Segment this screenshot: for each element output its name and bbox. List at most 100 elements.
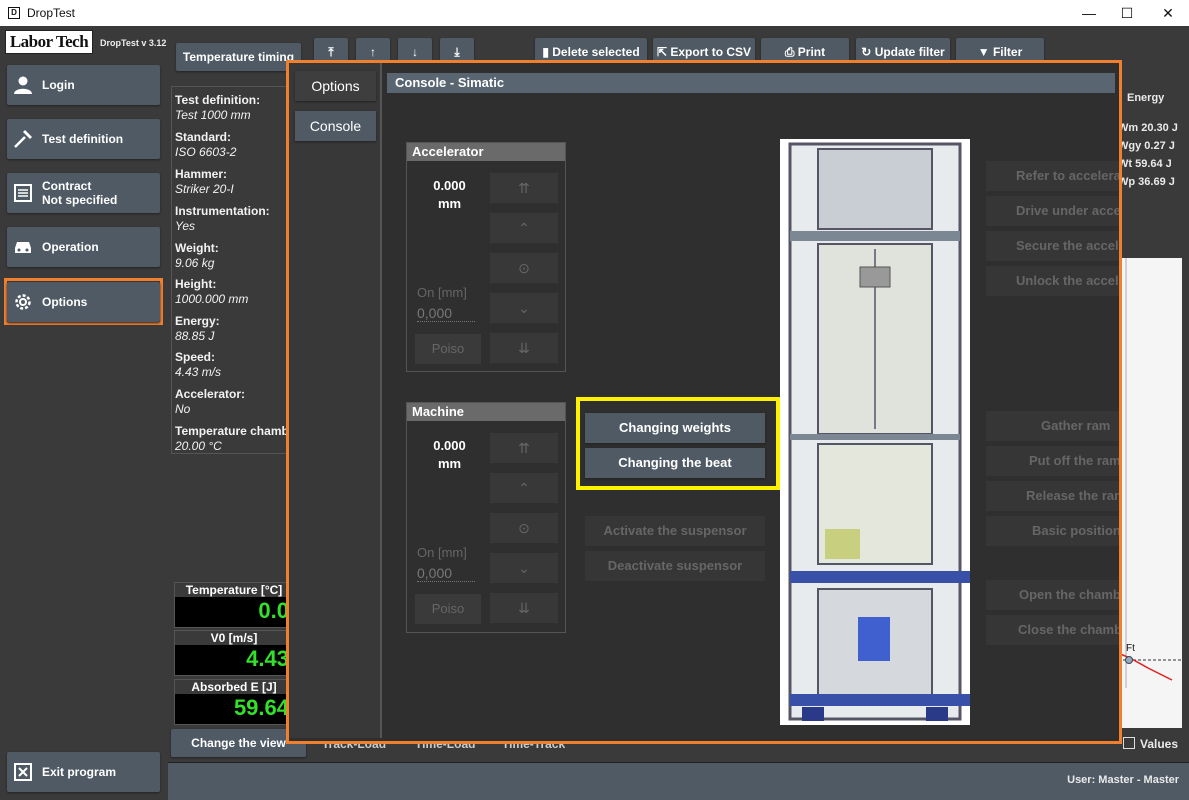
activate-suspensor-button[interactable]: Activate the suspensor (585, 516, 765, 546)
status-bar: User: Master - Master (168, 762, 1189, 800)
window-title: DropTest (27, 6, 76, 20)
filter-icon: ▼ (977, 45, 993, 59)
chart-lines (1118, 258, 1182, 688)
drive-under-accelerator-button[interactable]: Drive under accelerator (986, 196, 1119, 226)
accel-up-button[interactable]: ⌃ (490, 213, 558, 243)
gather-ram-button[interactable]: Gather ram (986, 411, 1119, 441)
absorbed-energy-label: Absorbed E [J] (175, 680, 293, 694)
printer-icon: ⎙ (784, 45, 798, 59)
temperature-meter-value: 0.0 (258, 598, 289, 623)
operation-label: Operation (42, 240, 99, 254)
machine-poiso-button[interactable]: Poiso (415, 594, 481, 624)
user-status: User: Master - Master (1067, 774, 1179, 786)
refresh-icon: ↻ (861, 45, 875, 59)
accel-poiso-button[interactable]: Poiso (415, 334, 481, 364)
close-chamber-button[interactable]: Close the chamber (986, 615, 1119, 645)
accelerator-key: Accelerator: (175, 387, 246, 401)
weight-key: Weight: (175, 241, 219, 255)
trash-icon: ▮ (542, 45, 553, 59)
speed-key: Speed: (175, 350, 216, 364)
instrumentation-value: Yes (175, 219, 196, 233)
user-icon (14, 76, 32, 94)
nav-options[interactable]: Options (295, 71, 376, 101)
app-icon: D (8, 7, 20, 19)
changing-weights-button[interactable]: Changing weights (585, 413, 765, 443)
temp-chamber-key: Temperature chamber (175, 424, 301, 438)
height-value: 1000.000 mm (175, 292, 249, 306)
wgy-value: Wgy 0.27 J (1118, 140, 1175, 152)
accel-on-input[interactable]: 0,000 (417, 305, 475, 322)
login-label: Login (42, 78, 75, 92)
exit-program-button[interactable]: Exit program (7, 752, 160, 792)
values-label: Values (1140, 737, 1179, 751)
put-off-ram-button[interactable]: Put off the ram (986, 446, 1119, 476)
open-chamber-button[interactable]: Open the chamber (986, 580, 1119, 610)
console-title: Console - Simatic (387, 73, 1115, 93)
machine-header: Machine (407, 403, 565, 421)
machine-bottom-button[interactable]: ⇊ (490, 593, 558, 623)
instrumentation-key: Instrumentation: (175, 204, 270, 218)
changing-beat-button[interactable]: Changing the beat (585, 448, 765, 478)
test-definition-value: Test 1000 mm (175, 108, 251, 122)
wt-value: Wt 59.64 J (1118, 158, 1172, 170)
machine-down-button[interactable]: ⌄ (490, 553, 558, 583)
options-nav: Options Console (289, 63, 382, 738)
test-definition-key: Test definition: (175, 93, 261, 107)
test-info-panel: Test definition: Test 1000 mm Standard: … (171, 86, 300, 454)
deactivate-suspensor-button[interactable]: Deactivate suspensor (585, 551, 765, 581)
wp-value: Wp 36.69 J (1118, 176, 1175, 188)
basic-position-button[interactable]: Basic position (986, 516, 1119, 546)
hammer-key: Hammer: (175, 167, 228, 181)
accelerator-header: Accelerator (407, 143, 565, 161)
options-dialog: Options Console Console - Simatic Accele… (289, 63, 1119, 741)
secure-accelerator-button[interactable]: Secure the accelerator (986, 231, 1119, 261)
machine-group: Machine 0.000 mm ⇈ ⌃ ⊙ ⌄ ⇊ On [mm] 0,000 … (406, 402, 566, 633)
machine-position: 0.000 mm (433, 438, 466, 471)
unlock-accelerator-button[interactable]: Unlock the accelerator (986, 266, 1119, 296)
absorbed-energy-value: 59.64 (233, 695, 289, 720)
release-ram-button[interactable]: Release the ram (986, 481, 1119, 511)
contract-button[interactable]: Contract Not specified (7, 173, 160, 213)
options-label: Options (42, 295, 88, 309)
temp-chamber-value: 20.00 °C (175, 439, 222, 453)
machine-on-label: On [mm] (417, 545, 467, 560)
machine-up-button[interactable]: ⌃ (490, 473, 558, 503)
close-button[interactable]: ✕ (1145, 0, 1189, 26)
export-icon: ⇱ (656, 45, 671, 59)
hammer-value: Striker 20-I (175, 182, 234, 196)
options-button[interactable]: Options (7, 282, 160, 322)
energy-value: 88.85 J (175, 329, 215, 343)
labortech-logo: Labor Tech (5, 30, 93, 54)
drop-tower-drawing (788, 142, 970, 721)
temperature-meter-label: Temperature [°C] (175, 583, 293, 597)
machine-top-button[interactable]: ⇈ (490, 433, 558, 463)
accelerator-position: 0.000 mm (433, 178, 466, 211)
height-key: Height: (175, 277, 217, 291)
login-button[interactable]: Login (7, 65, 160, 105)
accel-down-button[interactable]: ⌄ (490, 293, 558, 323)
nav-console[interactable]: Console (295, 111, 376, 141)
weight-value: 9.06 kg (175, 256, 215, 270)
accel-stop-button[interactable]: ⊙ (490, 253, 558, 283)
document-icon (14, 184, 32, 202)
temperature-timing-button[interactable]: Temperature timing (176, 43, 301, 71)
exit-program-label: Exit program (42, 765, 117, 779)
title-bar: D DropTest — ☐ ✕ (0, 0, 1189, 26)
test-definition-button[interactable]: Test definition (7, 119, 160, 159)
accelerator-group: Accelerator 0.000 mm ⇈ ⌃ ⊙ ⌄ ⇊ On [mm] 0,… (406, 142, 566, 372)
accel-bottom-button[interactable]: ⇊ (490, 333, 558, 363)
operation-button[interactable]: Operation (7, 227, 160, 267)
speed-value: 4.43 m/s (175, 365, 222, 379)
values-checkbox[interactable] (1123, 737, 1135, 749)
maximize-button[interactable]: ☐ (1104, 0, 1150, 26)
test-definition-label: Test definition (42, 132, 124, 146)
contract-label: Contract Not specified (42, 179, 118, 207)
energy-header: Energy (1127, 92, 1165, 104)
machine-stop-button[interactable]: ⊙ (490, 513, 558, 543)
accel-top-button[interactable]: ⇈ (490, 173, 558, 203)
load-chart: Ft (1118, 258, 1182, 728)
app-version: DropTest v 3.12 (100, 38, 167, 48)
machine-on-input[interactable]: 0,000 (417, 565, 475, 582)
v0-meter-label: V0 [m/s] (175, 631, 293, 645)
refer-accelerator-button[interactable]: Refer to accelerator (986, 161, 1119, 191)
